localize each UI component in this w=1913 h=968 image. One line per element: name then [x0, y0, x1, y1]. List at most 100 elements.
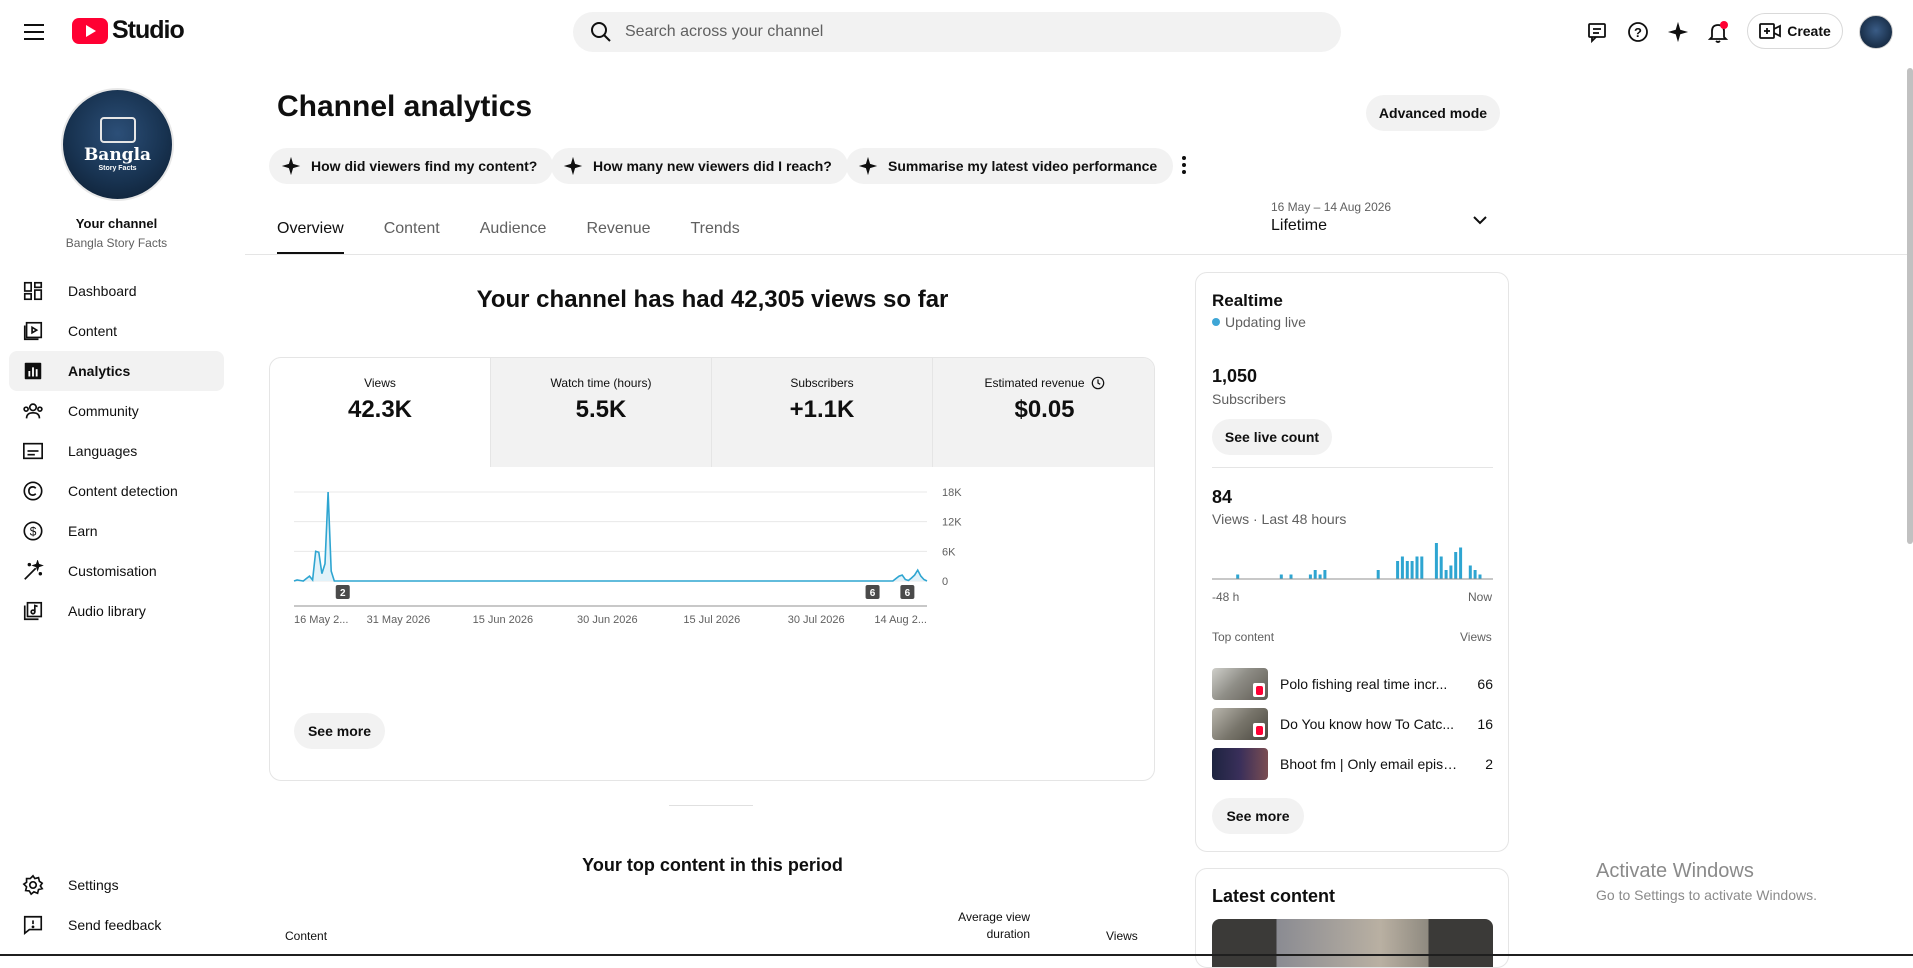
- create-button[interactable]: Create: [1747, 13, 1843, 49]
- sidebar-item-audio-library[interactable]: Audio library: [9, 591, 224, 631]
- sidebar-item-content-detection[interactable]: Content detection: [9, 471, 224, 511]
- views-column-label: Views: [1460, 630, 1492, 644]
- sidebar-item-dashboard[interactable]: Dashboard: [9, 271, 224, 311]
- realtime-bar: [1434, 543, 1438, 579]
- tab-trends[interactable]: Trends: [691, 220, 740, 254]
- search-input[interactable]: [625, 23, 1305, 41]
- suggestion-chip[interactable]: How did viewers find my content?: [269, 148, 554, 184]
- realtime-bar: [1323, 570, 1327, 579]
- sidebar-item-analytics[interactable]: Analytics: [9, 351, 224, 391]
- y-tick-label: 12K: [942, 517, 962, 529]
- upload-marker-label: 6: [905, 588, 911, 599]
- table-header-views[interactable]: Views: [1106, 929, 1138, 943]
- notifications-icon[interactable]: [1704, 18, 1732, 46]
- list-item[interactable]: Bhoot fm | Only email episo... 2: [1212, 746, 1493, 782]
- metric-label: Views: [364, 376, 396, 390]
- channel-avatar[interactable]: Bangla Story Facts: [61, 88, 174, 201]
- x-tick-label: 30 Jul 2026: [788, 614, 845, 626]
- tab-overview[interactable]: Overview: [277, 220, 344, 254]
- video-views: 2: [1485, 756, 1493, 772]
- sidebar-item-label: Earn: [68, 523, 98, 539]
- video-views: 16: [1477, 716, 1493, 732]
- sidebar-item-label: Audio library: [68, 603, 146, 619]
- realtime-bar: [1405, 561, 1409, 579]
- realtime-bar: [1236, 574, 1240, 579]
- sidebar-item-languages[interactable]: Languages: [9, 431, 224, 471]
- see-live-count-button[interactable]: See live count: [1212, 419, 1332, 455]
- realtime-status: Updating live: [1212, 314, 1306, 330]
- latest-content-title: Latest content: [1212, 886, 1336, 906]
- realtime-bar: [1444, 570, 1448, 579]
- shorts-icon: [1253, 723, 1265, 737]
- ai-sparkle-icon: [858, 156, 878, 176]
- suggestion-chip[interactable]: How many new viewers did I reach?: [551, 148, 848, 184]
- list-item[interactable]: Polo fishing real time incr... 66: [1212, 666, 1493, 702]
- sidebar-item-label: Settings: [68, 877, 119, 893]
- metric-value: 5.5K: [575, 396, 627, 423]
- account-avatar[interactable]: [1859, 15, 1893, 49]
- x-tick-label: 30 Jun 2026: [577, 614, 638, 626]
- search-bar[interactable]: [573, 12, 1341, 52]
- suggestion-chip[interactable]: Summarise my latest video performance: [846, 148, 1174, 184]
- sidebar-item-send-feedback[interactable]: Send feedback: [9, 905, 224, 945]
- metric-tab-views[interactable]: Views 42.3K: [270, 358, 491, 467]
- tab-revenue[interactable]: Revenue: [586, 220, 650, 254]
- search-icon: [591, 22, 611, 42]
- channel-name: Bangla Story Facts: [65, 236, 168, 250]
- metric-value: $0.05: [1014, 396, 1075, 423]
- svg-text:?: ?: [1634, 25, 1642, 40]
- advanced-mode-button[interactable]: Advanced mode: [1366, 95, 1500, 131]
- metric-label-row: Estimated revenue: [933, 376, 1154, 390]
- sidebar-item-content[interactable]: Content: [9, 311, 224, 351]
- more-options-icon[interactable]: [1172, 150, 1196, 180]
- tab-audience[interactable]: Audience: [480, 220, 547, 254]
- studio-logo[interactable]: Studio: [72, 16, 185, 45]
- table-header-content[interactable]: Content: [285, 929, 327, 943]
- comments-icon[interactable]: [1584, 18, 1612, 46]
- overview-card: Views 42.3K Watch time (hours) 5.5K Subs…: [269, 357, 1155, 781]
- date-range-selector[interactable]: 16 May – 14 Aug 2026 Lifetime: [1271, 200, 1496, 240]
- video-thumbnail: [1212, 748, 1268, 780]
- realtime-bar: [1308, 574, 1312, 579]
- upload-marker-label: 2: [340, 588, 346, 599]
- help-icon[interactable]: ?: [1624, 18, 1652, 46]
- realtime-see-more-button[interactable]: See more: [1212, 798, 1304, 834]
- metric-tab-watch-time[interactable]: Watch time (hours) 5.5K: [491, 358, 712, 467]
- sidebar-item-settings[interactable]: Settings: [9, 865, 224, 905]
- realtime-bar: [1439, 556, 1443, 579]
- dashboard-icon: [21, 279, 45, 303]
- tab-content[interactable]: Content: [384, 220, 440, 254]
- realtime-status-text: Updating live: [1225, 314, 1306, 330]
- svg-text:$: $: [30, 525, 37, 539]
- top-content-title: Your top content in this period: [582, 855, 843, 875]
- sidebar-item-customisation[interactable]: Customisation: [9, 551, 224, 591]
- metric-label: Subscribers: [790, 376, 854, 390]
- table-header-avg-duration[interactable]: Average view duration: [940, 910, 1030, 941]
- windows-activation-watermark: Activate Windows Go to Settings to activ…: [1596, 860, 1817, 903]
- scrollbar[interactable]: [1907, 68, 1913, 544]
- metric-tab-estimated-revenue[interactable]: Estimated revenue $0.05: [933, 358, 1154, 467]
- chip-label: How many new viewers did I reach?: [593, 158, 832, 174]
- ai-sparkle-icon: [281, 156, 301, 176]
- create-video-icon: [1759, 23, 1782, 39]
- sidebar-item-earn[interactable]: $ Earn: [9, 511, 224, 551]
- community-icon: [21, 399, 45, 423]
- list-item[interactable]: Do You know how To Catc... 16: [1212, 706, 1493, 742]
- ai-sparkle-icon[interactable]: [1664, 18, 1692, 46]
- menu-icon[interactable]: [20, 19, 50, 45]
- video-thumbnail: [1212, 668, 1268, 700]
- tabs-divider: [245, 254, 1913, 255]
- top-bar: Studio ? Create: [0, 0, 1913, 64]
- sidebar-item-community[interactable]: Community: [9, 391, 224, 431]
- metric-tab-subscribers[interactable]: Subscribers +1.1K: [712, 358, 933, 467]
- table-header-avg-duration-line: duration: [986, 927, 1030, 941]
- realtime-bar: [1400, 556, 1404, 579]
- date-range-dates: 16 May – 14 Aug 2026: [1271, 200, 1392, 214]
- chip-label: Summarise my latest video performance: [888, 158, 1158, 174]
- clock-info-icon[interactable]: [1091, 376, 1105, 390]
- live-dot-icon: [1212, 318, 1220, 326]
- realtime-bar: [1449, 565, 1453, 579]
- see-more-button[interactable]: See more: [294, 713, 385, 749]
- y-tick-label: 6K: [942, 546, 956, 558]
- latest-video-thumbnail[interactable]: [1212, 919, 1493, 967]
